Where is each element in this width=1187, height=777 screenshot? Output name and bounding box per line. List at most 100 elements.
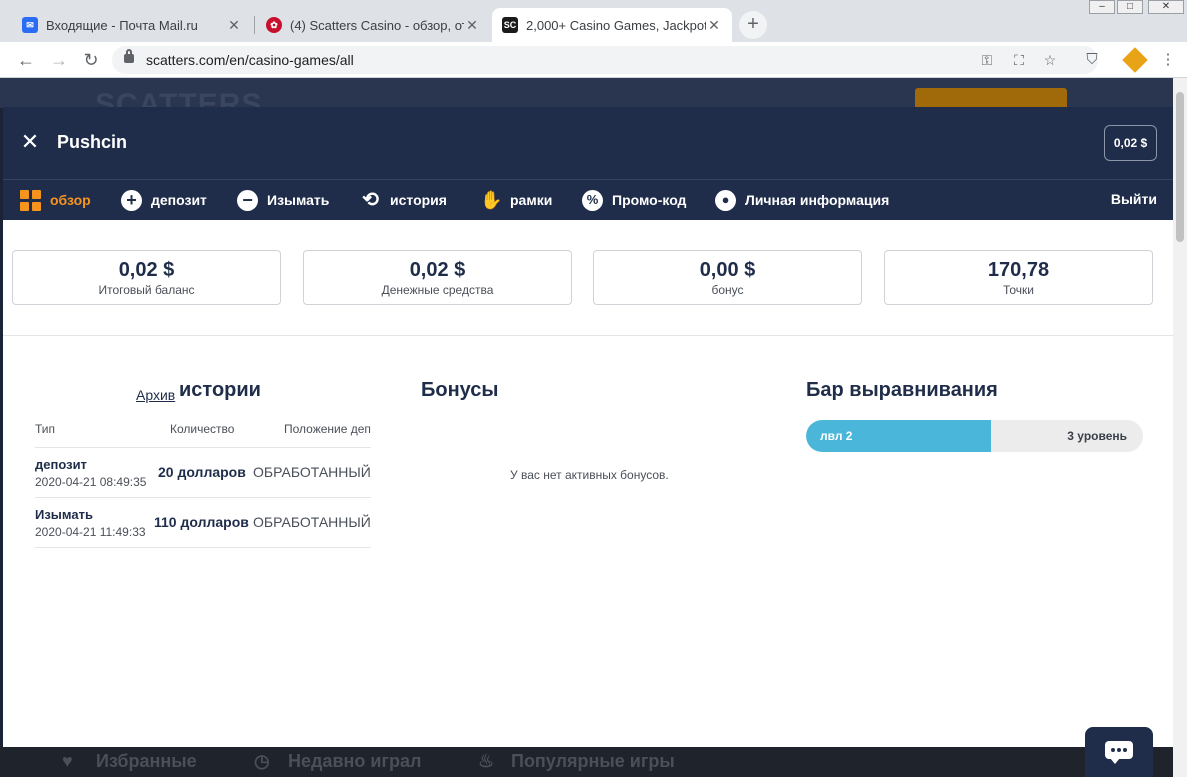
close-tab-icon[interactable]: ✕ xyxy=(706,17,722,34)
key-icon[interactable]: ⚿ xyxy=(976,49,998,71)
card-total-balance: 0,02 $ Итоговый баланс xyxy=(12,250,281,305)
overview-grid-icon xyxy=(20,189,41,211)
shield-extension-icon[interactable]: ⛉ xyxy=(1080,48,1104,72)
no-bonuses-message: У вас нет активных бонусов. xyxy=(510,468,669,482)
row-status: ОБРАБОТАННЫЙ xyxy=(253,464,371,480)
live-chat-button[interactable] xyxy=(1085,727,1153,777)
translate-icon[interactable]: ⛶ xyxy=(1008,49,1030,71)
window-close-icon[interactable]: ✕ xyxy=(1148,0,1184,14)
casino-icon: ✿ xyxy=(266,17,282,33)
card-value: 0,02 $ xyxy=(118,259,175,281)
fire-icon: ♨ xyxy=(478,751,495,771)
tab-overview[interactable]: обзор xyxy=(20,189,91,211)
bonuses-title: Бонусы xyxy=(421,379,499,401)
username: Pushcin xyxy=(57,132,128,152)
row-type: Изымать xyxy=(35,507,93,522)
user-circle-icon: ● xyxy=(715,189,736,211)
tab-title: 2,000+ Casino Games, Jackpots, xyxy=(526,17,706,33)
star-icon[interactable]: ☆ xyxy=(1039,49,1061,71)
tab-history[interactable]: ⟲ история xyxy=(360,189,447,211)
lock-icon xyxy=(124,49,134,63)
table-row: депозит 2020-04-21 08:49:35 20 долларов … xyxy=(35,448,371,498)
footer-item-recent: Недавно играл xyxy=(288,751,422,771)
address-bar[interactable]: scatters.com/en/casino-games/all ⚿ ⛶ ☆ xyxy=(112,46,1098,74)
new-tab-button[interactable]: + xyxy=(739,11,767,39)
close-icon[interactable]: ✕ xyxy=(19,131,41,153)
level-bar-title: Бар выравнивания xyxy=(806,379,998,401)
promo-badge-icon: % xyxy=(582,189,603,211)
row-amount: 20 долларов xyxy=(158,464,246,480)
maximize-icon[interactable]: □ xyxy=(1117,0,1143,14)
history-table: Тип Количество Положение деп депозит 202… xyxy=(35,420,371,548)
card-label: Итоговый баланс xyxy=(98,283,195,297)
menu-kebab-icon[interactable]: ⋮ xyxy=(1156,48,1180,72)
page-scrollbar[interactable] xyxy=(1173,78,1187,777)
card-label: Точки xyxy=(1002,283,1034,297)
table-row: Изымать 2020-04-21 11:49:33 110 долларов… xyxy=(35,498,371,548)
tab-promo-code[interactable]: % Промо-код xyxy=(582,189,686,211)
current-level-label: лвл 2 xyxy=(820,429,853,443)
card-bonus: 0,00 $ бонус xyxy=(593,250,862,305)
clock-icon: ◷ xyxy=(254,751,270,771)
tab-label: Личная информация xyxy=(745,192,890,208)
row-date: 2020-04-21 08:49:35 xyxy=(35,475,147,489)
sc-icon: SC xyxy=(502,17,518,33)
row-type: депозит xyxy=(35,457,87,472)
tab-deposit[interactable]: + депозит xyxy=(121,189,207,211)
hand-icon: ✋ xyxy=(480,189,503,210)
minus-circle-icon: − xyxy=(237,189,258,211)
tab-separator xyxy=(254,16,255,34)
card-label: Денежные средства xyxy=(381,283,494,297)
account-modal: ✕ Pushcin 0,02 $ обзор + депозит − Изыма… xyxy=(3,107,1173,747)
column-status: Положение деп xyxy=(284,422,371,436)
scrollbar-thumb[interactable] xyxy=(1176,92,1184,242)
row-date: 2020-04-21 11:49:33 xyxy=(35,525,146,539)
archive-link[interactable]: Архив xyxy=(136,387,175,403)
tab-label: депозит xyxy=(151,192,207,208)
modal-nav: обзор + депозит − Изымать ⟲ история ✋ ра… xyxy=(3,179,1173,220)
mail-icon: ✉ xyxy=(22,17,38,33)
site-footer-nav: ♥ Избранные ◷ Недавно играл ♨ Популярные… xyxy=(0,745,1187,777)
logout-button[interactable]: Выйти xyxy=(1111,191,1157,207)
column-type: Тип xyxy=(35,422,56,436)
plus-circle-icon: + xyxy=(121,189,142,211)
column-amount: Количество xyxy=(170,422,235,436)
tab-label: история xyxy=(390,192,447,208)
reload-icon[interactable]: ↻ xyxy=(79,48,103,72)
tab-withdraw[interactable]: − Изымать xyxy=(237,189,329,211)
back-arrow-icon[interactable]: ← xyxy=(14,48,38,72)
next-level-label: 3 уровень xyxy=(1067,429,1127,443)
forward-arrow-icon[interactable]: → xyxy=(47,48,71,72)
url-text[interactable]: scatters.com/en/casino-games/all xyxy=(146,52,354,68)
footer-item-favorites: Избранные xyxy=(96,751,197,771)
browser-toolbar: ← → ↻ scatters.com/en/casino-games/all ⚿… xyxy=(0,42,1187,78)
row-amount: 110 долларов xyxy=(154,514,249,530)
history-title: истории xyxy=(179,379,261,401)
card-cash: 0,02 $ Денежные средства xyxy=(303,250,572,305)
extension-box-icon[interactable] xyxy=(1122,47,1148,73)
tab-title: (4) Scatters Casino - обзор, отзы xyxy=(290,17,464,33)
tab-label: Промо-код xyxy=(612,192,687,208)
tab-title: Входящие - Почта Mail.ru xyxy=(46,17,198,33)
card-value: 0,02 $ xyxy=(409,259,466,281)
browser-tab-review[interactable]: ✿ (4) Scatters Casino - обзор, отзы ✕ xyxy=(256,8,490,42)
modal-header: ✕ Pushcin 0,02 $ xyxy=(3,107,1173,179)
tab-label: Изымать xyxy=(267,192,330,208)
card-value: 0,00 $ xyxy=(699,259,756,281)
balance-cards: 0,02 $ Итоговый баланс 0,02 $ Денежные с… xyxy=(3,220,1173,336)
browser-tab-mail[interactable]: ✉ Входящие - Почта Mail.ru ✕ xyxy=(12,8,252,42)
minimize-icon[interactable]: – xyxy=(1089,0,1115,14)
card-points: 170,78 Точки xyxy=(884,250,1153,305)
chat-icon xyxy=(1105,741,1133,764)
close-tab-icon[interactable]: ✕ xyxy=(226,17,242,34)
history-icon: ⟲ xyxy=(362,188,379,211)
tab-limits[interactable]: ✋ рамки xyxy=(480,189,552,211)
close-tab-icon[interactable]: ✕ xyxy=(464,17,480,34)
heart-icon: ♥ xyxy=(62,751,73,771)
row-status: ОБРАБОТАННЫЙ xyxy=(253,514,371,530)
tab-label: обзор xyxy=(50,192,91,208)
browser-tab-bar: ✉ Входящие - Почта Mail.ru ✕ ✿ (4) Scatt… xyxy=(0,0,1187,42)
balance-badge[interactable]: 0,02 $ xyxy=(1104,125,1157,161)
tab-personal-info[interactable]: ● Личная информация xyxy=(715,189,889,211)
browser-tab-scatters[interactable]: SC 2,000+ Casino Games, Jackpots, ✕ xyxy=(492,8,732,42)
